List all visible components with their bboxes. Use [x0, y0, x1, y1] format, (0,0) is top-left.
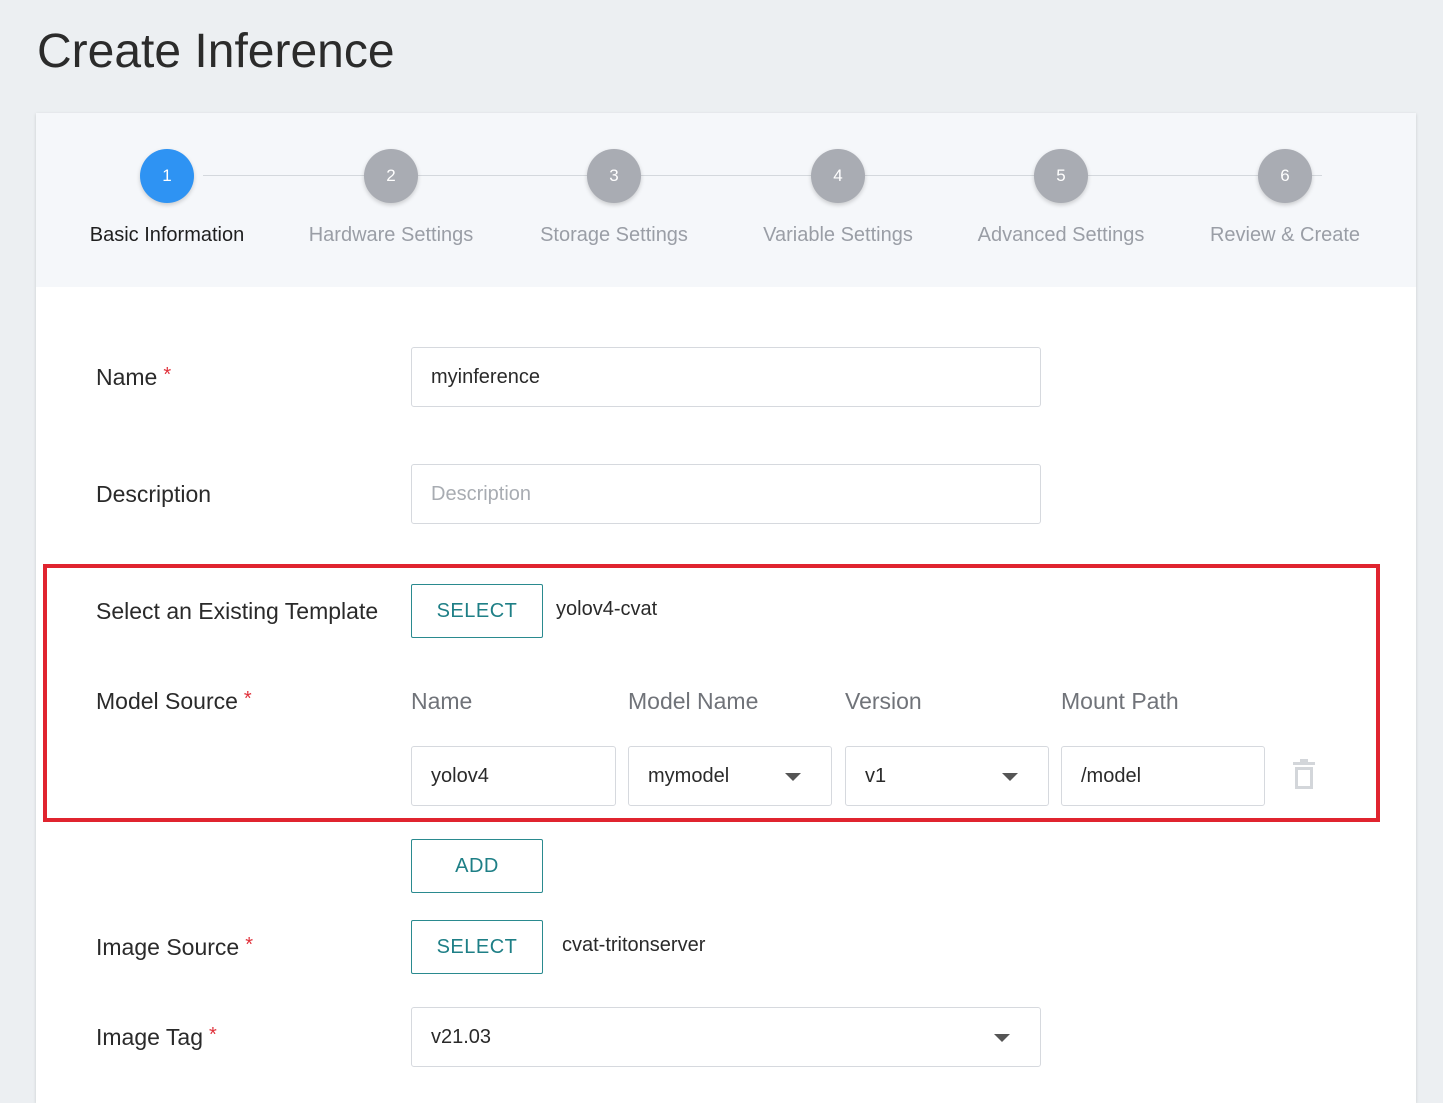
version-select[interactable]: v1	[845, 746, 1049, 806]
name-input[interactable]	[411, 347, 1041, 407]
select-image-button[interactable]: SELECT	[411, 920, 543, 974]
step-advanced-settings[interactable]: 5 Advanced Settings	[961, 149, 1161, 247]
caret-down-icon	[785, 773, 801, 781]
step-label: Hardware Settings	[308, 224, 474, 246]
image-source-label: Image Source *	[96, 934, 253, 961]
model-name-select[interactable]: mymodel	[628, 746, 832, 806]
image-tag-label-text: Image Tag	[96, 1024, 203, 1050]
description-input[interactable]	[411, 464, 1041, 524]
step-review-create[interactable]: 6 Review & Create	[1185, 149, 1385, 247]
step-storage-settings[interactable]: 3 Storage Settings	[514, 149, 714, 247]
image-tag-select-value: v21.03	[431, 1026, 492, 1048]
caret-down-icon	[994, 1034, 1010, 1042]
step-number-badge: 6	[1258, 149, 1312, 203]
step-basic-information[interactable]: 1 Basic Information	[67, 149, 267, 247]
trash-icon[interactable]	[1292, 759, 1316, 789]
stepper: 1 Basic Information 2 Hardware Settings …	[36, 113, 1416, 287]
required-asterisk: *	[163, 364, 172, 386]
name-label-text: Name	[96, 364, 158, 390]
image-tag-label: Image Tag *	[96, 1024, 217, 1051]
step-label: Storage Settings	[540, 224, 688, 246]
step-number-badge: 5	[1034, 149, 1088, 203]
select-template-button[interactable]: SELECT	[411, 584, 543, 638]
required-asterisk: *	[208, 1024, 217, 1046]
step-hardware-settings[interactable]: 2 Hardware Settings	[291, 149, 491, 247]
column-header-mount-path: Mount Path	[1061, 688, 1179, 714]
step-label: Basic Information	[89, 224, 245, 246]
image-tag-select[interactable]: v21.03	[411, 1007, 1041, 1067]
step-number-badge: 4	[811, 149, 865, 203]
model-source-name-input[interactable]	[411, 746, 616, 806]
description-label: Description	[96, 481, 212, 507]
step-label: Variable Settings	[763, 224, 913, 246]
step-number-badge: 2	[364, 149, 418, 203]
selected-template-value: yolov4-cvat	[556, 598, 658, 620]
required-asterisk: *	[243, 688, 252, 710]
template-label: Select an Existing Template	[96, 598, 379, 624]
name-label: Name *	[96, 364, 171, 391]
required-asterisk: *	[245, 934, 253, 956]
step-variable-settings[interactable]: 4 Variable Settings	[738, 149, 938, 247]
caret-down-icon	[1002, 773, 1018, 781]
step-number-badge: 3	[587, 149, 641, 203]
version-select-value: v1	[865, 765, 887, 787]
column-header-name: Name	[411, 688, 473, 714]
selected-image-value: cvat-tritonserver	[562, 934, 706, 956]
step-number-badge: 1	[140, 149, 194, 203]
column-header-model-name: Model Name	[628, 688, 759, 714]
column-header-version: Version	[845, 688, 922, 714]
mount-path-input[interactable]	[1061, 746, 1265, 806]
page-title: Create Inference	[37, 25, 395, 78]
model-source-label: Model Source *	[96, 688, 252, 715]
add-model-source-button[interactable]: ADD	[411, 839, 543, 893]
image-source-label-text: Image Source	[96, 934, 240, 960]
step-label: Advanced Settings	[977, 224, 1145, 246]
step-label: Review & Create	[1209, 224, 1361, 246]
model-source-label-text: Model Source	[96, 688, 238, 714]
model-name-select-value: mymodel	[648, 765, 730, 787]
